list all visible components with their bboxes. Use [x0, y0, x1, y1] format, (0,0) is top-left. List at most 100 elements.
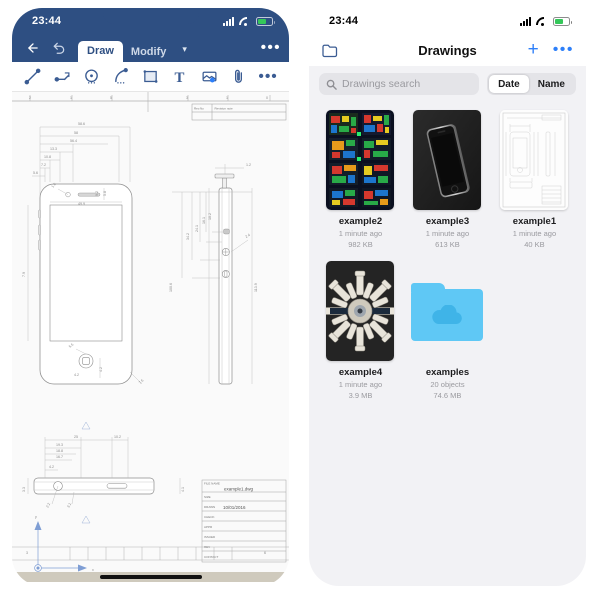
svg-text:y: y — [35, 515, 37, 519]
svg-text:58: 58 — [74, 131, 78, 135]
folder-name: examples — [425, 367, 470, 378]
tab-draw[interactable]: Draw — [78, 41, 123, 62]
file-grid: example2 1 minute ago 982 KB example3 1 … — [317, 110, 578, 412]
text-tool[interactable]: T — [169, 66, 191, 88]
screenshot-stage: 23:44 Draw Modify ▾ ••• T ••• 2 1 5 3 1 … — [0, 0, 600, 600]
file-thumbnail-example2[interactable] — [326, 110, 395, 210]
svg-text:10.2: 10.2 — [208, 213, 212, 220]
attach-tool[interactable] — [228, 66, 250, 88]
svg-text:1: 1 — [70, 96, 72, 100]
sort-option-name[interactable]: Name — [529, 75, 574, 93]
left-phone-frame: 23:44 Draw Modify ▾ ••• T ••• 2 1 5 3 1 … — [12, 8, 289, 586]
chevron-down-icon[interactable]: ▾ — [174, 44, 195, 62]
folder-object-count: 20 objects — [430, 380, 465, 389]
svg-text:16.1: 16.1 — [202, 217, 206, 224]
svg-text:5: 5 — [110, 96, 112, 100]
file-thumbnail-example3[interactable] — [413, 110, 482, 210]
svg-text:7.9: 7.9 — [22, 272, 26, 277]
svg-text:3: 3 — [26, 551, 28, 555]
file-item[interactable]: example4 1 minute ago 3.9 MB — [317, 261, 404, 400]
file-thumbnail-example4[interactable] — [326, 261, 395, 361]
wifi-icon — [536, 17, 548, 26]
svg-text:CHECK: CHECK — [204, 515, 215, 519]
svg-text:34.2: 34.2 — [186, 233, 190, 240]
notch — [102, 8, 199, 24]
battery-icon — [553, 16, 572, 26]
back-arrow-icon[interactable] — [20, 34, 46, 62]
file-item[interactable]: example1 1 minute ago 40 KB — [491, 110, 578, 249]
tab-modify[interactable]: Modify — [123, 43, 174, 62]
svg-text:9.2: 9.2 — [95, 191, 99, 196]
circle-tool[interactable] — [81, 66, 103, 88]
svg-text:3.3: 3.3 — [22, 487, 26, 492]
svg-text:ISSUED: ISSUED — [204, 535, 216, 539]
file-thumbnail-example1[interactable] — [500, 110, 569, 210]
svg-text:7.2: 7.2 — [41, 163, 46, 167]
svg-text:10.8: 10.8 — [44, 155, 51, 159]
file-item[interactable]: example2 1 minute ago 982 KB — [317, 110, 404, 249]
rectangle-tool[interactable] — [139, 66, 161, 88]
file-modified: 1 minute ago — [512, 229, 557, 238]
folder-thumbnail-examples[interactable] — [411, 283, 484, 341]
svg-text:113.9: 113.9 — [254, 283, 258, 292]
svg-text:18.8: 18.8 — [56, 449, 63, 453]
svg-text:19.3: 19.3 — [56, 443, 63, 447]
cad-canvas[interactable]: 2 1 5 3 1 0 Rev.No Revision note 58.6 58… — [12, 92, 289, 582]
add-button[interactable]: + — [528, 40, 539, 59]
search-placeholder: Drawings search — [342, 78, 421, 90]
home-indicator[interactable] — [99, 575, 202, 579]
svg-text:10/01/2016: 10/01/2016 — [223, 505, 246, 510]
svg-text:24.1: 24.1 — [195, 225, 199, 232]
svg-text:Revision note: Revision note — [215, 107, 234, 111]
sort-segmented-control: Date Name — [487, 73, 576, 95]
file-size: 982 KB — [348, 240, 373, 249]
svg-text:5.6: 5.6 — [33, 171, 38, 175]
topbar-more-button[interactable]: ••• — [261, 39, 281, 62]
svg-text:13.3: 13.3 — [50, 147, 57, 151]
folder-size: 74.6 MB — [433, 391, 462, 400]
more-button[interactable]: ••• — [553, 42, 574, 58]
image-tool[interactable] — [198, 66, 220, 88]
svg-text:5.8: 5.8 — [103, 191, 107, 196]
svg-text:16.7: 16.7 — [56, 455, 63, 459]
svg-text:4.2: 4.2 — [74, 373, 79, 377]
cellular-signal-icon — [223, 16, 234, 26]
svg-text:56.4: 56.4 — [70, 139, 77, 143]
file-browser-navbar: Drawings + ••• — [309, 34, 586, 66]
file-size: 613 KB — [435, 240, 460, 249]
notch — [399, 8, 496, 24]
file-modified: 1 minute ago — [338, 229, 383, 238]
status-bar-clock: 23:44 — [32, 15, 62, 27]
folder-item[interactable]: examples 20 objects 74.6 MB — [404, 261, 491, 400]
right-phone-frame: 23:44 Drawings + ••• Drawings search Dat… — [309, 8, 586, 586]
file-name: example4 — [338, 367, 383, 378]
svg-text:SIZE: SIZE — [204, 495, 211, 499]
cad-top-bar: Draw Modify ▾ ••• — [12, 34, 289, 62]
polyline-tool[interactable] — [51, 66, 73, 88]
cad-drawing: 2 1 5 3 1 0 Rev.No Revision note 58.6 58… — [12, 92, 289, 572]
svg-text:APPR: APPR — [204, 525, 213, 529]
svg-text:49.9: 49.9 — [78, 202, 85, 206]
folder-icon[interactable] — [321, 43, 340, 58]
svg-text:DRAWN: DRAWN — [204, 505, 215, 509]
search-input[interactable]: Drawings search — [319, 73, 480, 95]
sort-option-date[interactable]: Date — [489, 75, 529, 93]
svg-text:10.2: 10.2 — [114, 435, 121, 439]
status-bar-clock: 23:44 — [329, 15, 359, 27]
file-item[interactable]: example3 1 minute ago 613 KB — [404, 110, 491, 249]
undo-icon[interactable] — [46, 34, 72, 62]
battery-icon — [256, 16, 275, 26]
file-modified: 1 minute ago — [425, 229, 470, 238]
more-tools[interactable]: ••• — [257, 66, 279, 88]
wifi-icon — [239, 17, 251, 26]
file-modified: 1 minute ago — [338, 380, 383, 389]
svg-text:CONTACT: CONTACT — [204, 555, 218, 559]
svg-text:3: 3 — [186, 96, 188, 100]
svg-text:4.2: 4.2 — [99, 367, 103, 372]
line-tool[interactable] — [22, 66, 44, 88]
status-bar-icons — [223, 16, 275, 26]
svg-text:FILE NAME: FILE NAME — [204, 482, 220, 486]
file-size: 3.9 MB — [348, 391, 373, 400]
arc-tool[interactable] — [110, 66, 132, 88]
svg-text:2: 2 — [29, 96, 31, 100]
